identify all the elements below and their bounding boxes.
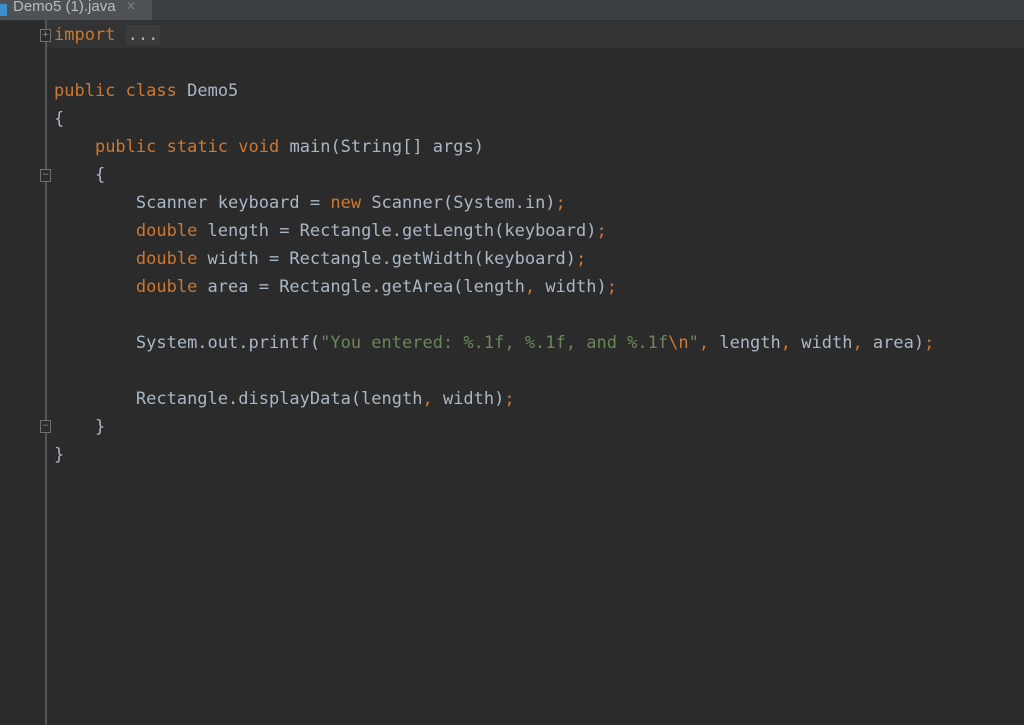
code-line-scanner: Scanner keyboard = new Scanner(System.in… xyxy=(54,189,934,217)
class-name: Demo5 xyxy=(187,81,239,101)
code-line-length: double length = Rectangle.getLength(keyb… xyxy=(54,217,934,245)
code-line-main-close: } xyxy=(54,413,934,441)
semicolon: ; xyxy=(606,277,617,297)
kw-public: public xyxy=(94,137,157,157)
code-editor[interactable]: import ... public class Demo5 { public s… xyxy=(54,21,934,469)
code-text: Rectangle.displayData(length xyxy=(135,389,423,409)
kw-double: double xyxy=(135,221,198,241)
comma: , xyxy=(524,277,536,297)
semicolon: ; xyxy=(504,389,515,409)
code-line-import: import ... xyxy=(54,21,934,49)
java-file-icon xyxy=(0,4,7,16)
code-line-printf: System.out.printf("You entered: %.1f, %.… xyxy=(54,329,934,357)
kw-void: void xyxy=(238,137,280,157)
code-line-class-close: } xyxy=(54,441,934,469)
comma: , xyxy=(852,333,863,353)
code-line-class-decl: public class Demo5 xyxy=(54,77,934,105)
fold-collapse-icon[interactable]: − xyxy=(40,169,51,182)
import-folded-block[interactable]: ... xyxy=(125,25,161,45)
comma: , xyxy=(698,333,710,353)
semicolon: ; xyxy=(555,193,566,213)
semicolon: ; xyxy=(596,221,607,241)
kw-double: double xyxy=(135,249,198,269)
code-line-main-open: { xyxy=(54,161,934,189)
import-keyword: import xyxy=(54,25,116,45)
code-line-class-open: { xyxy=(54,105,934,133)
code-line-width: double width = Rectangle.getWidth(keyboa… xyxy=(54,245,934,273)
code-text: width = Rectangle.getWidth(keyboard) xyxy=(197,249,577,269)
main-signature: main(String[] args) xyxy=(289,137,484,157)
code-text: width) xyxy=(432,389,505,409)
brace: } xyxy=(94,417,106,437)
code-text: area = Rectangle.getArea(length xyxy=(197,277,525,297)
code-text: System.out.printf( xyxy=(135,333,321,353)
kw-class: class xyxy=(125,81,177,101)
code-text: length = Rectangle.getLength(keyboard) xyxy=(197,221,597,241)
fold-expand-icon[interactable]: + xyxy=(40,29,51,42)
code-line-main-decl: public static void main(String[] args) xyxy=(54,133,934,161)
code-text: area) xyxy=(862,333,925,353)
code-text: length xyxy=(709,333,781,353)
semicolon: ; xyxy=(924,333,935,353)
kw-new: new xyxy=(330,193,362,213)
kw-static: static xyxy=(166,137,229,157)
code-line-area: double area = Rectangle.getArea(length, … xyxy=(54,273,934,301)
escape-sequence: \n xyxy=(668,333,689,353)
kw-double: double xyxy=(135,277,198,297)
semicolon: ; xyxy=(576,249,587,269)
kw-public: public xyxy=(54,81,116,101)
tab-demo5-java[interactable]: Demo5 (1).java × xyxy=(0,0,152,20)
code-text: width xyxy=(791,333,853,353)
editor-tab-bar: Demo5 (1).java × xyxy=(0,0,1024,21)
comma: , xyxy=(780,333,792,353)
close-icon[interactable]: × xyxy=(126,0,137,14)
string-quote: " xyxy=(688,333,699,353)
brace: { xyxy=(94,165,106,185)
code-text: Scanner(System.in) xyxy=(361,193,556,213)
string-literal: "You entered: %.1f, %.1f, and %.1f xyxy=(320,333,669,353)
code-line-display: Rectangle.displayData(length, width); xyxy=(54,385,934,413)
code-text: Scanner keyboard = xyxy=(135,193,331,213)
fold-end-icon[interactable]: − xyxy=(40,420,51,433)
code-text: width) xyxy=(535,277,607,297)
brace: } xyxy=(54,445,65,465)
tab-label: Demo5 (1).java xyxy=(13,0,116,15)
brace: { xyxy=(54,109,65,129)
comma: , xyxy=(422,389,433,409)
gutter-divider xyxy=(45,20,47,725)
